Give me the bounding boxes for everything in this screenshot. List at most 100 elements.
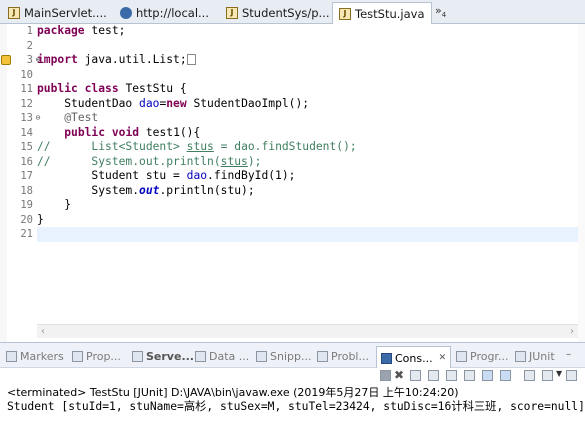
- code-line: }: [37, 212, 44, 226]
- markers-icon: [6, 350, 17, 362]
- tab-label: MainServlet....: [24, 6, 107, 20]
- close-icon[interactable]: ✕: [431, 9, 432, 20]
- code-text[interactable]: package test; import java.util.List; pub…: [37, 24, 578, 242]
- tab-localhost[interactable]: http://local...: [114, 2, 220, 24]
- line-number: 10: [20, 68, 33, 81]
- tab-label: http://local...: [136, 6, 209, 20]
- tab-teststu[interactable]: J TestStu.java ✕: [332, 2, 432, 25]
- code-line: public class TestStu {: [37, 82, 187, 95]
- line-number: 1: [26, 25, 33, 37]
- line-number: 17: [20, 170, 33, 182]
- show-on-stdout-icon[interactable]: [482, 370, 493, 381]
- view-tab-label: Serve...: [146, 349, 194, 363]
- chevron-down-icon[interactable]: ▼: [556, 369, 562, 378]
- snippets-icon: [256, 350, 267, 362]
- code-editor[interactable]: 1 2 3 ⊕ 10 11 12 13 ⊖ 14 15 16 17 18 19 20…: [0, 24, 585, 342]
- view-tab-problems[interactable]: Probl...: [317, 347, 369, 365]
- properties-icon: [72, 350, 83, 362]
- display-console-icon[interactable]: [542, 370, 553, 381]
- code-line: package test;: [37, 24, 126, 37]
- view-tab-console[interactable]: Cons... ✕: [376, 346, 452, 369]
- code-line: StudentDao dao=new StudentDaoImpl();: [37, 96, 310, 110]
- line-number: 20: [20, 213, 33, 226]
- console-toolbar: ✖ ▼: [380, 368, 585, 384]
- word-wrap-icon[interactable]: [464, 370, 475, 381]
- code-line: // List<Student> stus = dao.findStudent(…: [37, 140, 357, 153]
- line-number: 11: [20, 83, 33, 95]
- open-console-icon[interactable]: [566, 370, 577, 381]
- line-number: 18: [20, 184, 33, 197]
- editor-tab-bar: J MainServlet.... http://local... J Stud…: [0, 0, 585, 25]
- console-icon: [381, 352, 392, 364]
- overflow-count: 4: [441, 11, 447, 20]
- bottom-views-bar: Markers Prop... Serve... Data ... Snipp.…: [0, 342, 585, 369]
- view-tab-progress[interactable]: Progr...: [456, 347, 508, 365]
- problems-icon: [317, 350, 328, 362]
- scroll-left-icon[interactable]: ‹: [41, 325, 45, 339]
- line-number: 3 ⊕: [1, 53, 40, 68]
- globe-icon: [120, 7, 132, 19]
- scroll-right-icon[interactable]: ›: [570, 325, 574, 339]
- horizontal-scrollbar[interactable]: ‹ ›: [37, 324, 578, 338]
- view-tab-label: Markers: [20, 349, 64, 363]
- line-number: 12: [20, 97, 33, 110]
- tab-studentsys[interactable]: J StudentSys/p...: [220, 2, 332, 24]
- code-line: Student stu = dao.findById(1);: [37, 169, 296, 182]
- line-number: 15: [20, 141, 33, 153]
- tab-overflow-button[interactable]: »4: [435, 4, 446, 19]
- tab-mainservlet[interactable]: J MainServlet....: [2, 2, 114, 24]
- view-tab-label: Cons...: [395, 351, 433, 365]
- junit-icon: [515, 350, 526, 362]
- java-file-icon: J: [339, 8, 351, 20]
- servers-icon: [132, 350, 143, 362]
- line-number: 21: [20, 228, 33, 240]
- java-file-icon: J: [8, 7, 20, 19]
- view-tab-label: Data ...: [209, 349, 250, 363]
- view-tab-properties[interactable]: Prop...: [72, 347, 121, 365]
- scroll-lock-icon[interactable]: [446, 370, 457, 381]
- remove-all-icon[interactable]: [410, 370, 421, 381]
- view-tab-snippets[interactable]: Snipp...: [256, 347, 311, 365]
- view-tab-label: JUnit: [529, 349, 555, 363]
- remove-launch-icon[interactable]: ✖: [394, 368, 404, 382]
- minimize-icon[interactable]: –: [566, 349, 571, 360]
- line-number: 16: [20, 155, 33, 168]
- tab-label: StudentSys/p...: [242, 6, 330, 20]
- view-tab-data-source[interactable]: Data ...: [195, 347, 249, 365]
- view-tab-label: Progr...: [470, 349, 509, 363]
- warning-icon[interactable]: [1, 55, 11, 65]
- line-number: 14: [20, 126, 33, 139]
- code-line: @Test: [64, 111, 99, 124]
- vertical-scrollbar[interactable]: [578, 24, 585, 342]
- view-tab-junit[interactable]: JUnit: [515, 347, 555, 365]
- close-icon[interactable]: ✕: [439, 353, 447, 363]
- progress-icon: [456, 350, 467, 362]
- code-line-current: [37, 227, 578, 242]
- line-number: 13 ⊖: [20, 112, 41, 124]
- code-line: }: [37, 198, 72, 211]
- view-tab-label: Prop...: [86, 349, 121, 363]
- terminate-icon[interactable]: [380, 370, 391, 381]
- view-tab-servers[interactable]: Serve...: [132, 347, 194, 365]
- view-tab-markers[interactable]: Markers: [6, 347, 64, 365]
- line-number: 2: [26, 39, 33, 52]
- tab-label: TestStu.java: [355, 7, 425, 21]
- code-line: import java.util.List;: [37, 53, 578, 68]
- view-tab-label: Probl...: [331, 349, 369, 363]
- line-number-gutter: 1 2 3 ⊕ 10 11 12 13 ⊖ 14 15 16 17 18 19 20…: [1, 24, 41, 342]
- code-line: // System.out.println(stus);: [37, 154, 262, 168]
- overflow-chevron-icon: »: [435, 4, 442, 17]
- java-file-icon: J: [226, 7, 238, 19]
- console-output: Student [stuId=1, stuName=高杉, stuSex=M, …: [7, 400, 585, 413]
- pin-console-icon[interactable]: [524, 370, 535, 381]
- code-line: System.out.println(stu);: [37, 183, 255, 197]
- view-tab-label: Snipp...: [270, 349, 312, 363]
- show-on-stderr-icon[interactable]: [500, 370, 511, 381]
- code-line: public void test1(){: [64, 125, 201, 139]
- data-source-icon: [195, 350, 206, 362]
- line-number: 19: [20, 199, 33, 211]
- editor-ruler: [0, 24, 7, 342]
- clear-console-icon[interactable]: [428, 370, 439, 381]
